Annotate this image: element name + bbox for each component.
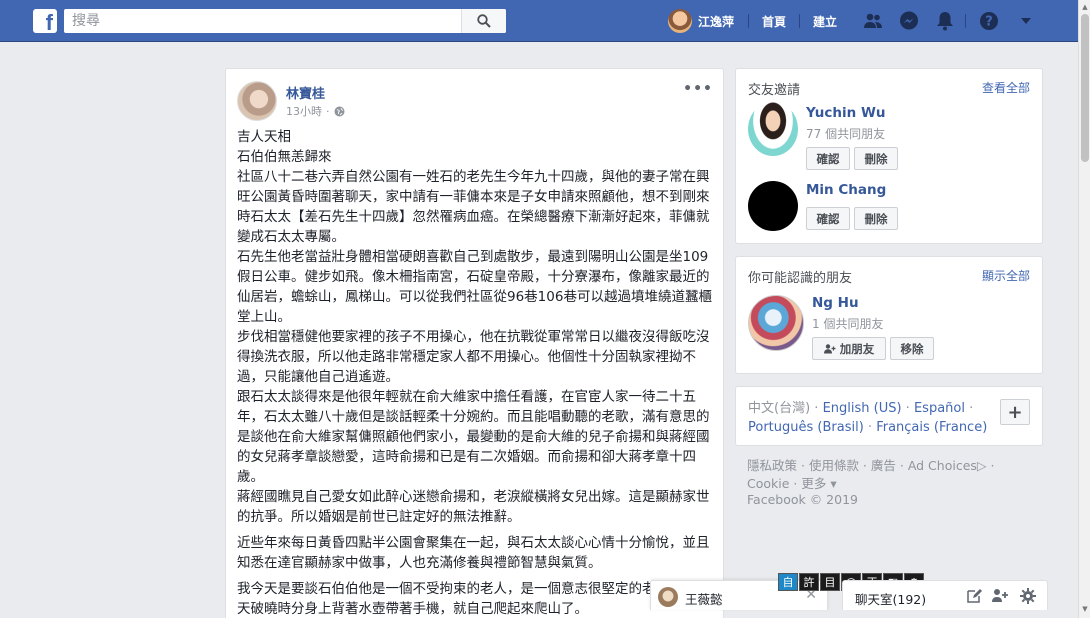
post-paragraph: 跟石太太談得來是他很年輕就在俞大維家中擔任看護，在官宦人家一待二十五年，石太太雖… xyxy=(237,389,710,485)
post-paragraph: 步伐相當穩健他要家裡的孩子不用操心，他在抗戰從軍常常日以繼夜沒得飯吃沒得換洗衣服… xyxy=(237,329,710,385)
ad-choices-icon: ▷ xyxy=(976,458,987,473)
request-name[interactable]: Yuchin Wu xyxy=(806,105,885,121)
post-time[interactable]: 13小時 xyxy=(286,103,322,119)
footer-links: 隱私政策 · 使用條款 · 廣告 · Ad Choices▷ · Cookie … xyxy=(747,458,995,491)
home-link[interactable]: 首頁 xyxy=(762,13,786,30)
author-avatar[interactable] xyxy=(237,81,277,121)
post-author[interactable]: 林寶桂 xyxy=(286,83,325,102)
language-option[interactable]: English (US) xyxy=(823,401,902,416)
help-icon[interactable]: ? xyxy=(979,11,999,31)
add-friend-label: 加朋友 xyxy=(839,341,875,356)
request-name[interactable]: Min Chang xyxy=(806,182,886,198)
confirm-button[interactable]: 確認 xyxy=(806,207,850,230)
cookie-link[interactable]: Cookie xyxy=(747,476,789,491)
pymk-title: 你可能認識的朋友 xyxy=(748,271,853,286)
avatar[interactable] xyxy=(748,295,804,351)
facebook-logo[interactable]: f xyxy=(33,9,57,33)
avatar xyxy=(668,9,692,33)
add-friend-button[interactable]: 加朋友 xyxy=(812,337,886,360)
remove-button[interactable]: 移除 xyxy=(890,337,934,360)
chat-sidebar-bar[interactable]: 聊天室(192) xyxy=(842,580,1048,610)
language-option[interactable]: Português (Brasil) xyxy=(748,420,864,435)
divider xyxy=(965,14,966,28)
post-paragraph: 吉人天相 xyxy=(237,129,291,145)
notifications-icon[interactable] xyxy=(935,11,955,31)
compose-icon[interactable] xyxy=(965,587,983,605)
avatar[interactable] xyxy=(748,102,798,156)
plus-icon: + xyxy=(1007,401,1023,423)
more-link[interactable]: 更多 xyxy=(801,476,826,491)
globe-icon xyxy=(334,106,344,116)
post-paragraph: 石先生他老當益壯身體相當硬朗喜歡自己到處散步，最遠到陽明山公園是坐109假日公車… xyxy=(237,249,712,325)
page-scrollbar[interactable]: ▲ ▼ xyxy=(1078,0,1090,618)
copyright: Facebook © 2019 xyxy=(747,492,858,507)
ime-button[interactable]: 許 xyxy=(799,573,819,591)
post-paragraph: 石伯伯無恙歸來 xyxy=(237,149,332,165)
post-paragraph: 我今天是要談石伯伯他是一個不受拘束的老人，是一個意志很堅定的老人性格，天破曉時分… xyxy=(237,581,710,617)
top-navigation-bar: f 江逸萍 首頁 建立 ? xyxy=(0,0,1078,42)
search-input[interactable] xyxy=(64,9,459,33)
search-icon xyxy=(477,14,491,28)
language-current: 中文(台灣) xyxy=(748,401,811,416)
terms-link[interactable]: 使用條款 xyxy=(809,458,859,473)
see-all-pymk-link[interactable]: 顯示全部 xyxy=(982,267,1030,284)
mutual-friends-count[interactable]: 77 個共同朋友 xyxy=(806,125,885,142)
language-option[interactable]: Español xyxy=(914,401,965,416)
people-you-may-know-card: 你可能認識的朋友 顯示全部 Ng Hu 1 個共同朋友 加朋友 移除 xyxy=(735,256,1043,374)
suggestion-name[interactable]: Ng Hu xyxy=(812,295,859,311)
add-language-button[interactable]: + xyxy=(1000,399,1030,425)
gear-icon[interactable] xyxy=(1019,587,1037,605)
group-chat-icon[interactable] xyxy=(991,587,1009,605)
delete-button[interactable]: 刪除 xyxy=(854,147,898,170)
chat-bar-label[interactable]: 聊天室(192) xyxy=(855,589,926,608)
search-button[interactable] xyxy=(461,9,506,33)
post-paragraph: 近些年來每日黃昏四點半公園會聚集在一起，與石太太談心心情十分愉悅，並且知悉在達官… xyxy=(237,535,710,571)
post-paragraph: 社區八十二巷六弄自然公園有一姓石的老先生今年九十四歲，與他的妻子常在興旺公園黃昏… xyxy=(237,169,710,245)
language-list: 中文(台灣) · English (US) · Español · Portug… xyxy=(748,401,988,435)
scroll-up-icon[interactable]: ▲ xyxy=(1081,2,1089,12)
ads-link[interactable]: 廣告 xyxy=(871,458,896,473)
post-card: 林寶桂 13小時 · ••• 吉人天相 石伯伯無恙歸來 社區八十二巷六弄自然公園… xyxy=(225,68,724,618)
divider xyxy=(748,14,749,28)
friend-requests-title: 交友邀請 xyxy=(748,83,801,98)
scroll-down-icon[interactable]: ▼ xyxy=(1081,604,1089,614)
language-option[interactable]: Français (France) xyxy=(876,420,987,435)
delete-button[interactable]: 刪除 xyxy=(854,207,898,230)
languages-card: 中文(台灣) · English (US) · Español · Portug… xyxy=(735,386,1043,446)
friend-requests-card: 交友邀請 查看全部 Yuchin Wu 77 個共同朋友 確認 刪除 Min C… xyxy=(735,68,1043,244)
profile-name: 江逸萍 xyxy=(698,14,735,29)
mutual-friends-count[interactable]: 1 個共同朋友 xyxy=(812,315,883,332)
create-link[interactable]: 建立 xyxy=(813,13,837,30)
friends-icon[interactable] xyxy=(863,11,883,31)
add-friend-icon xyxy=(823,343,836,353)
post-meta: 13小時 · xyxy=(286,103,345,119)
post-paragraph: 蔣經國瞧見自己愛女如此醉心迷戀俞揚和，老淚縱橫將女兒出嫁。這是顯赫家世的抗爭。所… xyxy=(237,489,710,525)
post-body: 吉人天相 石伯伯無恙歸來 社區八十二巷六弄自然公園有一姓石的老先生今年九十四歲，… xyxy=(237,127,717,618)
dropdown-caret-icon[interactable] xyxy=(1016,11,1036,31)
avatar xyxy=(658,587,678,607)
profile-link[interactable]: 江逸萍 xyxy=(668,9,734,33)
ime-button[interactable]: 目 xyxy=(820,573,840,591)
see-all-requests-link[interactable]: 查看全部 xyxy=(982,79,1030,96)
chat-tab-name[interactable]: 王薇懿 xyxy=(685,589,723,608)
post-options-button[interactable]: ••• xyxy=(683,81,713,97)
confirm-button[interactable]: 確認 xyxy=(806,147,850,170)
ime-button[interactable]: 自 xyxy=(778,573,798,591)
ad-choices-link[interactable]: Ad Choices xyxy=(908,458,977,473)
divider xyxy=(799,14,800,28)
messenger-icon[interactable] xyxy=(899,11,919,31)
privacy-link[interactable]: 隱私政策 xyxy=(747,458,797,473)
search-box xyxy=(64,9,506,33)
avatar[interactable] xyxy=(748,181,798,231)
scroll-thumb[interactable] xyxy=(1081,14,1089,162)
svg-text:?: ? xyxy=(985,15,993,30)
